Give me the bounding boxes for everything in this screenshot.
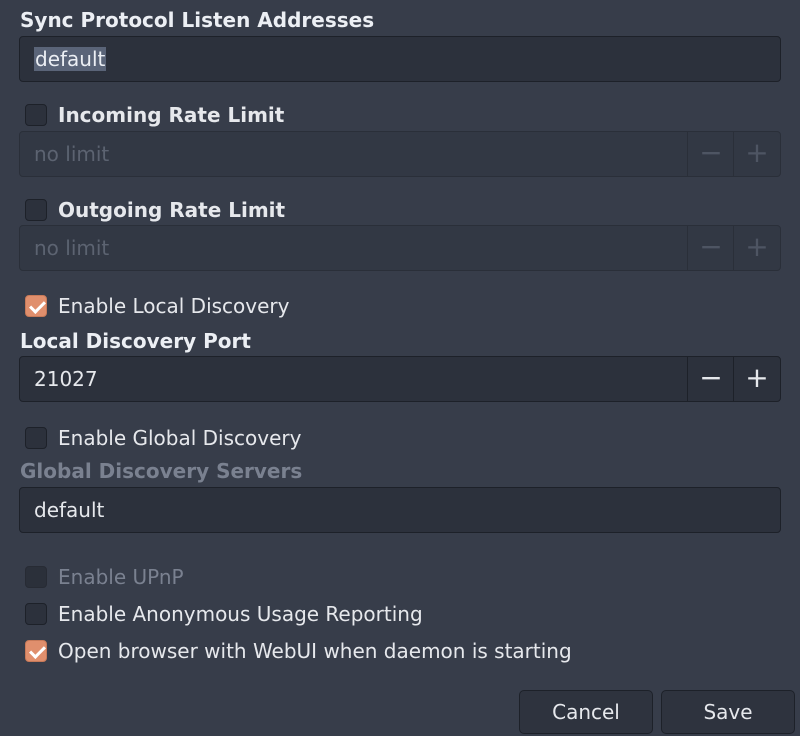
global-servers-label: Global Discovery Servers xyxy=(20,459,303,483)
outgoing-rate-checkbox-row[interactable]: Outgoing Rate Limit xyxy=(25,196,285,224)
open-browser-checkbox[interactable] xyxy=(25,640,47,662)
outgoing-decrement-button[interactable]: − xyxy=(687,226,734,270)
cancel-button[interactable]: Cancel xyxy=(519,690,653,734)
usage-reporting-checkbox[interactable] xyxy=(25,603,47,625)
incoming-rate-checkbox[interactable] xyxy=(25,104,47,126)
incoming-decrement-button[interactable]: − xyxy=(687,132,734,176)
incoming-rate-value: no limit xyxy=(34,142,110,166)
global-discovery-checkbox-row[interactable]: Enable Global Discovery xyxy=(25,424,301,452)
sync-listen-value: default xyxy=(34,47,107,71)
outgoing-rate-checkbox[interactable] xyxy=(25,199,47,221)
incoming-rate-input[interactable]: no limit − + xyxy=(19,131,781,177)
outgoing-rate-value: no limit xyxy=(34,236,110,260)
local-port-increment-button[interactable]: + xyxy=(733,357,780,401)
local-discovery-checkbox-row[interactable]: Enable Local Discovery xyxy=(25,292,289,320)
open-browser-label: Open browser with WebUI when daemon is s… xyxy=(58,639,572,663)
outgoing-increment-button[interactable]: + xyxy=(733,226,780,270)
incoming-rate-label: Incoming Rate Limit xyxy=(58,103,285,127)
local-discovery-checkbox[interactable] xyxy=(25,295,47,317)
local-port-label: Local Discovery Port xyxy=(20,329,251,353)
usage-reporting-label: Enable Anonymous Usage Reporting xyxy=(58,602,423,626)
local-port-input[interactable]: 21027 − + xyxy=(19,356,781,402)
save-button[interactable]: Save xyxy=(661,690,795,734)
settings-dialog: Sync Protocol Listen Addresses default I… xyxy=(0,0,800,736)
local-port-value: 21027 xyxy=(34,367,98,391)
upnp-checkbox[interactable] xyxy=(25,566,47,588)
incoming-increment-button[interactable]: + xyxy=(733,132,780,176)
open-browser-checkbox-row[interactable]: Open browser with WebUI when daemon is s… xyxy=(25,637,572,665)
sync-listen-label: Sync Protocol Listen Addresses xyxy=(20,8,375,32)
upnp-checkbox-row[interactable]: Enable UPnP xyxy=(25,563,184,591)
global-discovery-checkbox[interactable] xyxy=(25,427,47,449)
outgoing-rate-label: Outgoing Rate Limit xyxy=(58,198,286,222)
sync-listen-input[interactable]: default xyxy=(19,36,781,82)
usage-reporting-checkbox-row[interactable]: Enable Anonymous Usage Reporting xyxy=(25,600,423,628)
local-discovery-label: Enable Local Discovery xyxy=(58,294,290,318)
local-port-decrement-button[interactable]: − xyxy=(687,357,734,401)
upnp-label: Enable UPnP xyxy=(58,565,184,589)
outgoing-rate-input[interactable]: no limit − + xyxy=(19,225,781,271)
global-servers-value: default xyxy=(34,498,105,522)
incoming-rate-checkbox-row[interactable]: Incoming Rate Limit xyxy=(25,101,284,129)
global-discovery-label: Enable Global Discovery xyxy=(58,426,302,450)
global-servers-input[interactable]: default xyxy=(19,487,781,533)
